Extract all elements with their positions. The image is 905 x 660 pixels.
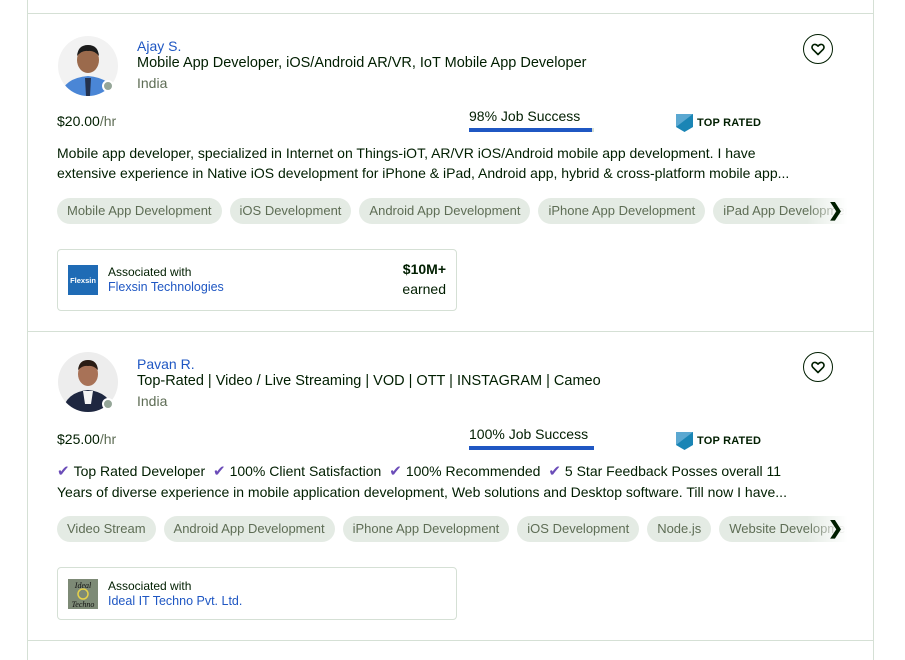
description-line: extensive experience in Native iOS devel… [57,165,790,181]
chevron-right-icon[interactable]: ❯ [828,200,843,221]
skill-chip[interactable]: iPad App Development [713,198,847,224]
description-line: Years of diverse experience in mobile ap… [57,484,787,500]
highlight-item: Top Rated Developer [73,463,206,479]
agency-name-link[interactable]: Ideal IT Techno Pvt. Ltd. [108,594,242,608]
rate-unit: /hr [99,113,117,129]
top-rated-badge: TOP RATED [676,114,761,132]
freelancer-description[interactable]: Mobile app developer, specialized in Int… [57,143,817,183]
highlight-item: 100% Client Satisfaction [229,463,382,479]
svg-text:Flexsin: Flexsin [70,276,96,285]
skill-chip[interactable]: Video Stream [57,516,156,542]
rate-amount: $25.00 [57,431,100,447]
top-rated-badge: TOP RATED [676,432,761,450]
top-rated-badge-icon [676,432,693,450]
description-highlights: ✔ Top Rated Developer ✔ 100% Client Satisf… [57,461,817,482]
heart-icon [811,43,825,55]
skill-chip[interactable]: iOS Development [229,198,352,224]
chevron-right-icon[interactable]: ❯ [828,518,843,539]
job-success-bar [469,446,594,450]
highlight-item: 100% Recommended [405,463,541,479]
description-line: Mobile app developer, specialized in Int… [57,145,756,161]
check-icon: ✔ [548,463,561,480]
divider [27,640,874,641]
freelancer-name-link[interactable]: Pavan R. [137,356,195,372]
job-success-score: 98% Job Success [469,108,594,132]
skill-chip[interactable]: iOS Development [517,516,640,542]
badge-label: TOP RATED [697,435,762,447]
badge-label: TOP RATED [697,117,762,129]
skill-chip[interactable]: Node.js [647,516,712,542]
flexsin-logo-icon: Flexsin [68,265,98,295]
agency-association-card[interactable]: Ideal Techno Associated with Ideal IT Te… [57,567,457,620]
rate-unit: /hr [99,431,117,447]
check-icon: ✔ [57,463,70,480]
job-success-score: 100% Job Success [469,426,594,450]
skill-chip[interactable]: Android App Development [163,516,335,542]
freelancer-country: India [137,75,168,91]
freelancer-name-link[interactable]: Ajay S. [137,38,181,54]
hourly-rate: $20.00/hr [57,113,116,129]
job-success-label: 100% Job Success [469,426,589,442]
associated-with-label: Associated with [108,265,192,279]
offline-status-dot [102,80,114,92]
job-success-bar-fill [469,446,594,450]
job-success-bar-fill [469,128,592,132]
job-success-label: 98% Job Success [469,108,581,124]
hourly-rate: $25.00/hr [57,431,116,447]
freelancer-card[interactable]: Pavan R. Top-Rated | Video / Live Stream… [28,332,873,640]
save-freelancer-button[interactable] [803,352,833,382]
skill-chip[interactable]: iPhone App Development [342,516,510,542]
skill-chip[interactable]: Mobile App Development [57,198,222,224]
freelancer-title: Top-Rated | Video / Live Streaming | VOD… [137,373,601,389]
skills-list: Video Stream Android App Development iPh… [57,516,847,542]
skill-chip[interactable]: Android App Development [359,198,531,224]
agency-association-card[interactable]: Flexsin Associated with Flexsin Technolo… [57,249,457,311]
freelancer-card[interactable]: Ajay S. Mobile App Developer, iOS/Androi… [28,14,873,331]
freelancer-country: India [137,393,168,409]
freelancer-title: Mobile App Developer, iOS/Android AR/VR,… [137,55,587,71]
heart-icon [811,361,825,373]
earned-amount: $10M+ [402,261,446,277]
rate-amount: $20.00 [57,113,100,129]
svg-text:Techno: Techno [72,600,95,609]
job-success-bar [469,128,594,132]
agency-logo: Ideal Techno [68,579,98,609]
ideal-it-logo-icon: Ideal Techno [68,579,98,609]
associated-with-label: Associated with [108,579,192,593]
agency-logo: Flexsin [68,265,98,295]
agency-earnings: $10M+ earned [402,259,446,299]
highlight-item: 5 Star Feedback Posses overall 11 [564,463,781,479]
top-rated-badge-icon [676,114,693,132]
check-icon: ✔ [389,463,402,480]
agency-name-link[interactable]: Flexsin Technologies [108,280,224,294]
save-freelancer-button[interactable] [803,34,833,64]
skills-list: Mobile App Development iOS Development A… [57,198,847,224]
offline-status-dot [102,398,114,410]
skill-chip[interactable]: iPhone App Development [538,198,706,224]
freelancer-description[interactable]: ✔ Top Rated Developer ✔ 100% Client Satisf… [57,461,817,502]
earned-label: earned [402,281,446,297]
check-icon: ✔ [213,463,226,480]
